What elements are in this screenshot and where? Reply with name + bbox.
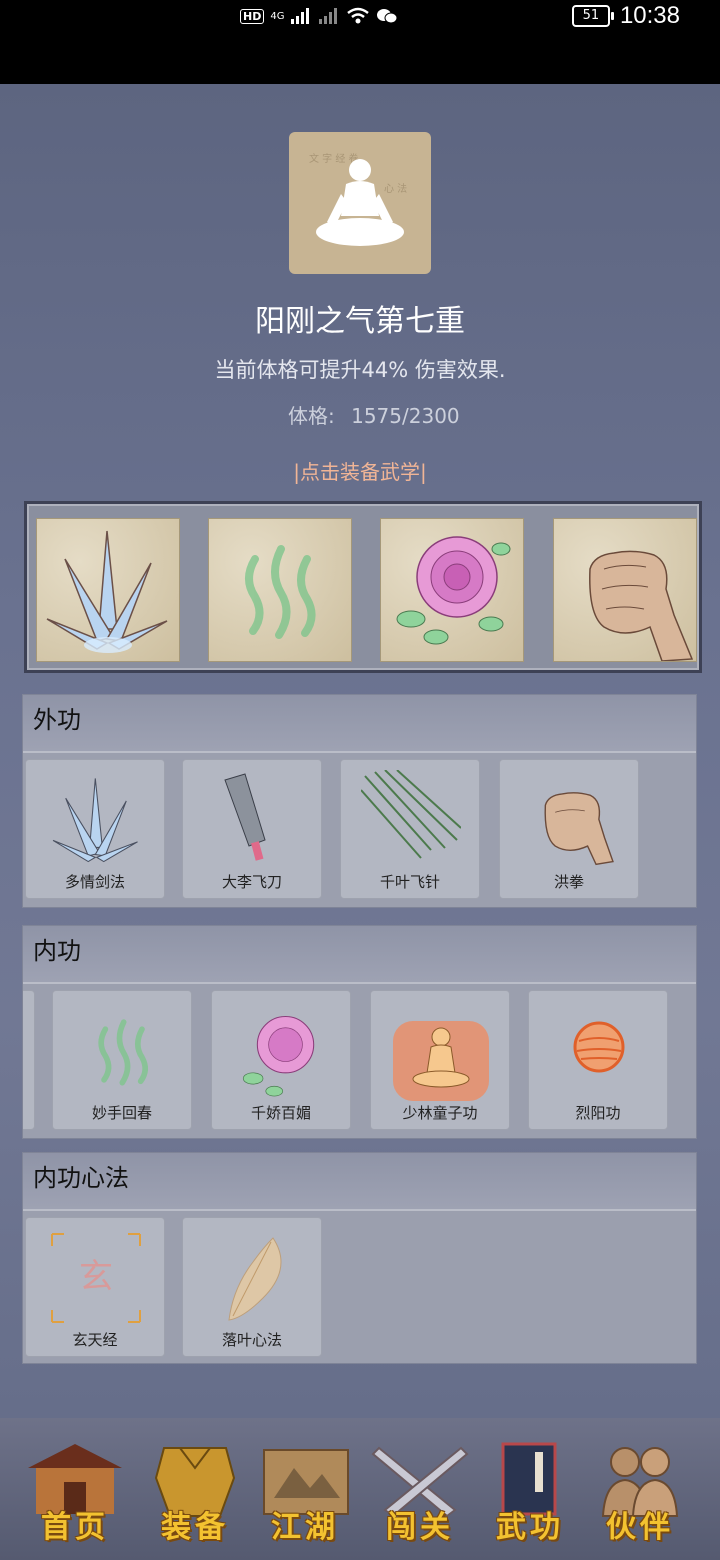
- meditating-figure-icon: 文 字 经 卷 心 法: [309, 152, 407, 246]
- outer-skills-list: 多情剑法 大李飞刀 千叶飞针 洪拳: [23, 753, 696, 907]
- skill-card[interactable]: 妙手回春: [52, 990, 192, 1130]
- skill-label: 千叶飞针: [379, 873, 440, 891]
- equipped-skills-bar: [24, 501, 702, 673]
- skill-label: 少林童子功: [402, 1104, 478, 1122]
- wifi-icon: [347, 7, 370, 24]
- rose-icon: [242, 1015, 315, 1097]
- page-title: 阳刚之气第七重: [255, 304, 465, 339]
- cleaver-icon: [224, 773, 266, 861]
- skill-card[interactable]: 千娇百媚: [211, 990, 351, 1130]
- equipped-slot-2[interactable]: [208, 518, 352, 662]
- rose-icon: [396, 536, 511, 645]
- equipped-slot-3[interactable]: [380, 518, 524, 662]
- section-title-inner: 内功: [23, 926, 696, 984]
- nav-label: 伙伴: [606, 1510, 674, 1545]
- green-qi-icon: [245, 545, 316, 639]
- monk-icon: [393, 1021, 489, 1101]
- fist-icon: [544, 792, 614, 866]
- equip-skill-link[interactable]: |点击装备武学|: [0, 456, 720, 485]
- battery-icon: 51: [571, 5, 614, 27]
- skill-label: 洪拳: [553, 873, 584, 891]
- skill-card[interactable]: 大李飞刀: [182, 759, 322, 899]
- skill-label: 大李飞刀: [221, 873, 282, 891]
- bottom-nav: 首页 装备 江湖 闯关 武功 伙伴: [0, 1418, 720, 1560]
- svg-text:心 法: 心 法: [384, 182, 407, 195]
- inner-skills-list: 妙手回春 千娇百媚 少林童子功 烈阳功: [23, 984, 696, 1138]
- equipped-slot-4[interactable]: [553, 518, 697, 662]
- hd-badge: HD: [240, 8, 265, 24]
- skill-label: 多情剑法: [64, 873, 125, 891]
- svg-text:玄: 玄: [79, 1257, 113, 1297]
- mind-skills-list: 玄 玄天经 落叶心法: [23, 1211, 696, 1365]
- nav-challenge[interactable]: 闯关: [365, 1438, 475, 1548]
- signal-2-icon: [319, 8, 338, 24]
- equipped-slot-1[interactable]: [36, 518, 180, 662]
- green-qi-icon: [98, 1019, 148, 1086]
- crystal-sword-icon: [52, 778, 138, 863]
- bonus-description: 当前体格可提升44% 伤害效果.: [214, 358, 506, 382]
- wechat-icon: [377, 9, 398, 24]
- skill-card[interactable]: 烈阳功: [528, 990, 668, 1130]
- section-mind-skills: 内功心法 玄 玄天经 落叶心法: [22, 1152, 697, 1364]
- skill-card[interactable]: 千叶飞针: [340, 759, 480, 899]
- meditation-portrait: 文 字 经 卷 心 法: [289, 132, 431, 274]
- section-inner-skills: 内功 妙手回春 千娇百媚 少林童子功 烈阳功: [22, 925, 697, 1139]
- skill-label: 烈阳功: [575, 1104, 621, 1122]
- clock: 10:38: [619, 2, 680, 29]
- skill-label: 妙手回春: [91, 1104, 152, 1122]
- nav-home[interactable]: 首页: [20, 1438, 130, 1548]
- nav-equipment[interactable]: 装备: [140, 1438, 250, 1548]
- skill-card[interactable]: 洪拳: [499, 759, 639, 899]
- skill-card-partial[interactable]: [23, 990, 35, 1130]
- network-label: 4G: [270, 10, 285, 22]
- nav-label: 装备: [161, 1510, 229, 1545]
- nav-label: 江湖: [271, 1510, 339, 1545]
- skill-label: 千娇百媚: [250, 1104, 311, 1122]
- signal-icon: [291, 8, 310, 24]
- fist-icon: [589, 550, 694, 662]
- skill-card[interactable]: 玄 玄天经: [25, 1217, 165, 1357]
- sun-orb-icon: [573, 1021, 625, 1073]
- skill-label: 玄天经: [72, 1331, 118, 1349]
- section-outer-skills: 外功 多情剑法 大李飞刀 千叶飞针 洪拳: [22, 694, 697, 908]
- nav-companions[interactable]: 伙伴: [585, 1438, 695, 1548]
- nav-label: 闯关: [386, 1510, 454, 1545]
- crystal-sword-icon: [46, 530, 168, 653]
- nav-jianghu[interactable]: 江湖: [250, 1438, 360, 1548]
- physique-value: 1575/2300: [351, 404, 460, 428]
- needles-icon: [361, 770, 461, 859]
- skill-card[interactable]: 落叶心法: [182, 1217, 322, 1357]
- physique-label: 体格:: [288, 404, 335, 428]
- physique-stat: 体格: 1575/2300: [288, 400, 460, 429]
- skill-card[interactable]: 多情剑法: [25, 759, 165, 899]
- status-bar: HD 4G 51 10:38: [0, 0, 720, 84]
- status-icons: HD 4G: [240, 4, 398, 28]
- martial-arts-page: 文 字 经 卷 心 法 阳刚之气第七重 当前体格可提升44% 伤害效果. 体格:…: [0, 84, 720, 1418]
- section-title-outer: 外功: [23, 695, 696, 753]
- skill-label: 落叶心法: [221, 1331, 282, 1349]
- nav-martial-arts[interactable]: 武功: [475, 1438, 585, 1548]
- svg-text:文 字 经 卷: 文 字 经 卷: [309, 152, 359, 165]
- nav-label: 武功: [496, 1510, 564, 1545]
- xuan-rune-icon: 玄: [51, 1233, 141, 1323]
- skill-card[interactable]: 少林童子功: [370, 990, 510, 1130]
- nav-label: 首页: [41, 1510, 109, 1545]
- section-title-mind: 内功心法: [23, 1153, 696, 1211]
- leaf-icon: [228, 1237, 282, 1321]
